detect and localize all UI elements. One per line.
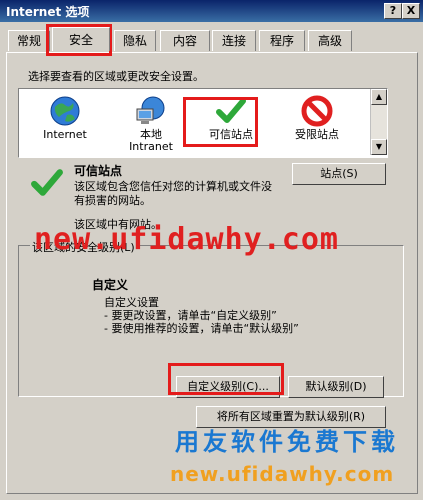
tab-content[interactable]: 内容 — [160, 30, 210, 51]
scroll-down-icon[interactable]: ▼ — [371, 139, 387, 155]
globe-icon — [50, 96, 80, 126]
scroll-up-icon[interactable]: ▲ — [371, 89, 387, 105]
zone-label: 本地 Intranet — [129, 128, 173, 153]
tab-connections[interactable]: 连接 — [212, 30, 256, 51]
tab-advanced[interactable]: 高级 — [308, 30, 352, 51]
watermark-text: 用友软件免费下载 — [175, 428, 399, 456]
zone-internet[interactable]: Internet — [25, 93, 105, 151]
checkmark-icon — [31, 169, 63, 196]
highlight-box-zone — [183, 97, 258, 147]
close-button[interactable]: X — [402, 3, 420, 19]
help-button[interactable]: ? — [384, 3, 402, 19]
highlight-box-button — [168, 363, 284, 395]
tab-privacy[interactable]: 隐私 — [114, 30, 156, 51]
tab-security[interactable]: 安全 — [52, 27, 110, 51]
watermark-url-bottom: new.ufidawhy.com — [170, 462, 395, 486]
level-title: 自定义 — [92, 278, 129, 292]
zone-prompt: 选择要查看的区域或更改安全设置。 — [28, 70, 204, 83]
intranet-icon — [136, 96, 165, 124]
title-bar: Internet 选项 ? X — [0, 0, 423, 22]
sites-button[interactable]: 站点(S) — [292, 163, 386, 185]
zone-label: Internet — [43, 128, 87, 141]
watermark-url: new.ufidawhy.com — [34, 222, 339, 257]
restricted-icon — [301, 95, 333, 127]
level-line: - 要使用推荐的设置，请单击“默认级别” — [104, 322, 299, 335]
default-level-button[interactable]: 默认级别(D) — [288, 376, 384, 398]
selected-zone-title: 可信站点 — [74, 164, 123, 178]
zone-local-intranet[interactable]: 本地 Intranet — [111, 93, 191, 153]
selected-zone-description: 该区域包含您信任对您的计算机或文件没有损害的网站。 — [74, 180, 272, 207]
tab-programs[interactable]: 程序 — [259, 30, 305, 51]
zone-restricted-sites[interactable]: 受限站点 — [277, 93, 357, 151]
zone-list-scrollbar[interactable]: ▲ ▼ — [370, 89, 387, 155]
tab-general[interactable]: 常规 — [8, 30, 50, 51]
zone-label: 受限站点 — [295, 128, 339, 141]
window-title: Internet 选项 — [6, 5, 90, 19]
